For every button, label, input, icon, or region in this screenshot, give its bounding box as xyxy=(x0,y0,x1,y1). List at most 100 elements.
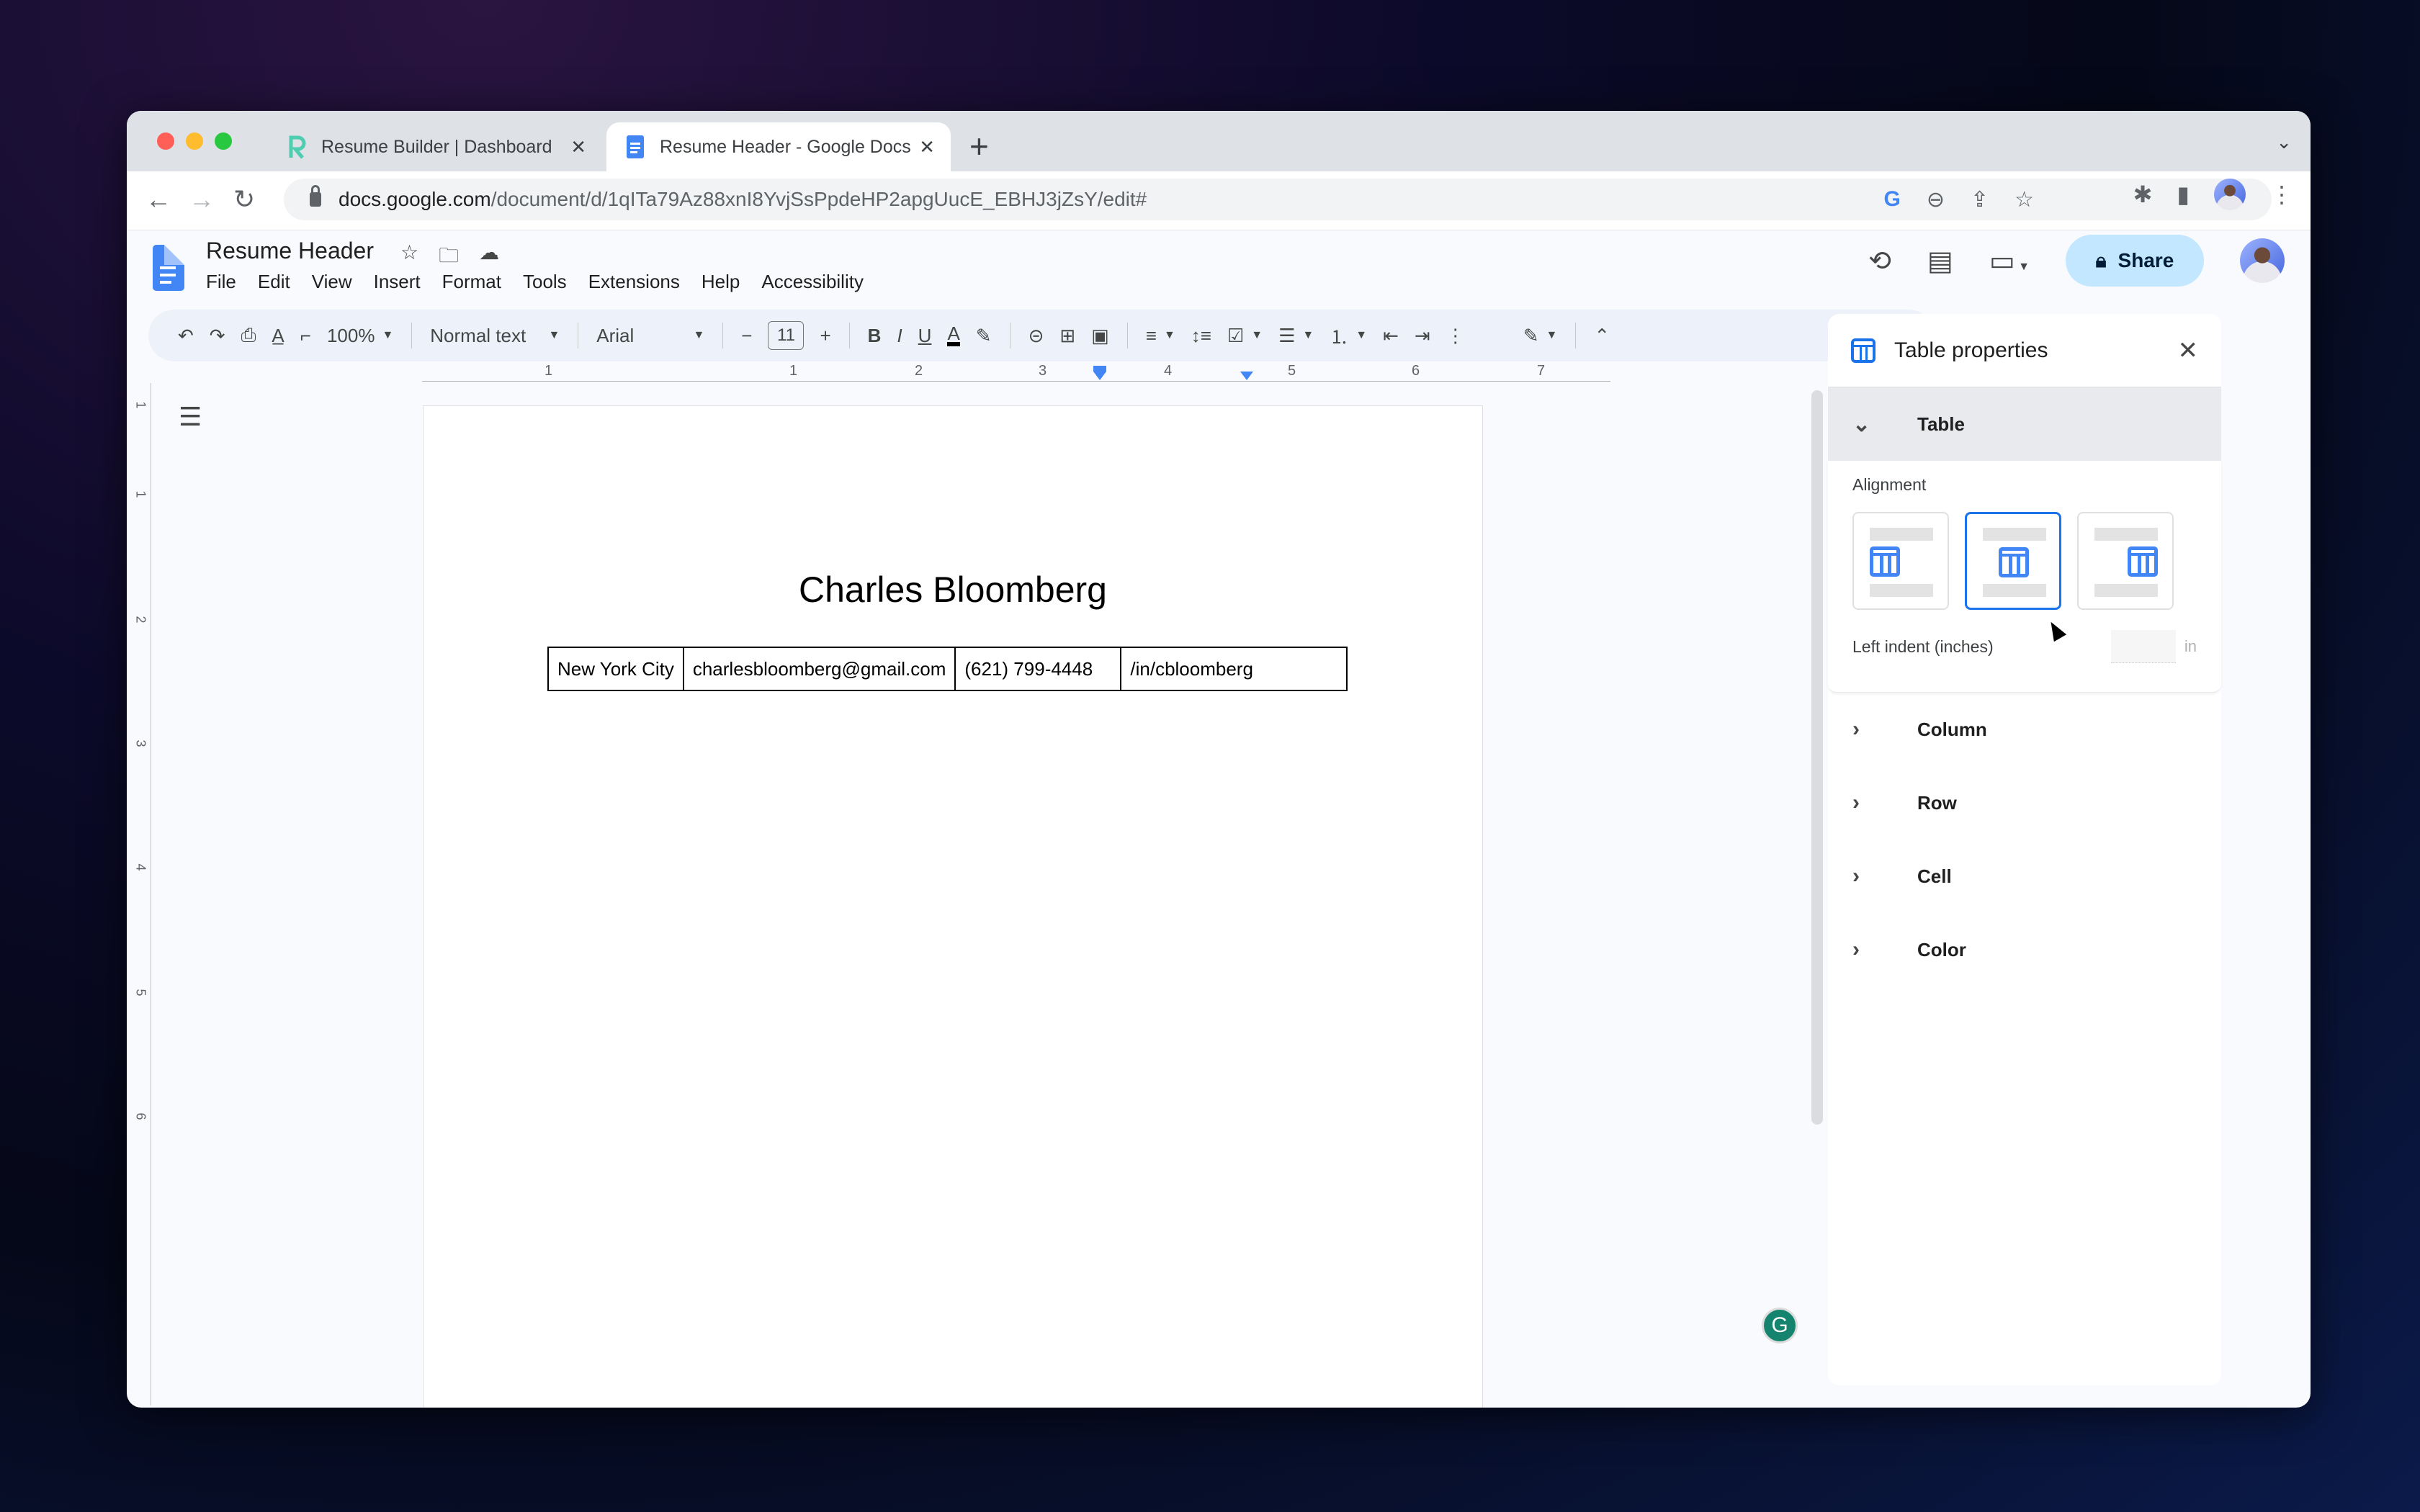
zoom-out-icon[interactable]: ⊖ xyxy=(1927,187,1945,212)
bold-icon[interactable]: B xyxy=(868,325,882,347)
right-indent-marker[interactable] xyxy=(1240,372,1253,380)
editing-mode-icon[interactable]: ✎ ▼ xyxy=(1523,325,1558,347)
decrease-font-size-icon[interactable]: − xyxy=(741,325,752,347)
menu-file[interactable]: File xyxy=(206,271,236,293)
menu-tools[interactable]: Tools xyxy=(523,271,567,293)
align-right-option[interactable] xyxy=(2077,512,2174,610)
checklist-icon[interactable]: ☑ ▼ xyxy=(1227,325,1263,347)
table-cell-location[interactable]: New York City xyxy=(547,647,684,691)
horizontal-ruler[interactable]: 1 1 2 3 4 5 6 7 xyxy=(422,363,1610,382)
new-tab-button[interactable]: + xyxy=(969,127,989,166)
more-options-icon[interactable]: ⋮ xyxy=(1446,325,1465,347)
back-arrow-icon[interactable]: ← xyxy=(145,184,171,215)
first-line-indent-marker[interactable] xyxy=(1093,366,1106,372)
tab-search-chevron-icon[interactable]: ⌄ xyxy=(2276,131,2292,153)
print-icon[interactable]: ⎙ xyxy=(241,324,256,347)
close-panel-icon[interactable]: ✕ xyxy=(2178,336,2199,365)
tab-google-docs[interactable]: Resume Header - Google Docs ✕ xyxy=(606,122,951,171)
extensions-puzzle-icon[interactable]: ✱ xyxy=(2133,181,2153,208)
document-title[interactable]: Resume Header xyxy=(206,238,374,264)
maximize-window-button[interactable] xyxy=(215,132,232,150)
lock-icon: 🔒︎ xyxy=(2095,248,2107,271)
ruler-label: 5 xyxy=(133,989,148,996)
spellcheck-icon[interactable]: A̲ xyxy=(272,325,284,347)
align-center-option[interactable] xyxy=(1965,512,2061,610)
font-size-input[interactable]: 11 xyxy=(768,321,805,350)
insert-image-icon[interactable]: ▣ xyxy=(1091,325,1109,347)
grammarly-icon[interactable]: G xyxy=(1762,1308,1798,1344)
table-cell-email[interactable]: charlesbloomberg@gmail.com xyxy=(682,647,956,691)
version-history-icon[interactable]: ⟲ xyxy=(1868,245,1891,277)
toolbar-divider xyxy=(1575,323,1577,348)
browser-menu-icon[interactable]: ⋮ xyxy=(2270,181,2293,208)
menu-bar: File Edit View Insert Format Tools Exten… xyxy=(206,271,864,293)
tab-resume-builder[interactable]: Resume Builder | Dashboard ✕ xyxy=(268,122,602,171)
zoom-select[interactable]: 100% ▼ xyxy=(327,325,393,347)
increase-indent-icon[interactable]: ⇥ xyxy=(1415,325,1430,347)
underline-icon[interactable]: U xyxy=(918,325,932,347)
section-color[interactable]: › Color xyxy=(1828,913,2221,986)
google-docs-logo[interactable] xyxy=(153,245,184,291)
side-panel-icon[interactable]: ▮ xyxy=(2177,181,2190,208)
comments-icon[interactable]: ▤ xyxy=(1927,245,1953,277)
document-page[interactable]: Charles Bloomberg New York City charlesb… xyxy=(424,406,1482,1408)
table-cell-phone[interactable]: (621) 799-4448 xyxy=(954,647,1122,691)
insert-link-icon[interactable]: ⊝ xyxy=(1028,325,1044,347)
redo-icon[interactable]: ↷ xyxy=(210,325,225,347)
address-bar[interactable]: docs.google.com/document/d/1qITa79Az88xn… xyxy=(284,179,2272,220)
menu-format[interactable]: Format xyxy=(442,271,501,293)
section-cell[interactable]: › Cell xyxy=(1828,840,2221,913)
left-indent-marker[interactable] xyxy=(1093,372,1106,380)
section-column[interactable]: › Column xyxy=(1828,693,2221,766)
decrease-indent-icon[interactable]: ⇤ xyxy=(1383,325,1399,347)
share-page-icon[interactable]: ⇪ xyxy=(1971,187,1989,212)
paint-format-icon[interactable]: ⌐ xyxy=(300,325,311,347)
menu-help[interactable]: Help xyxy=(702,271,740,293)
bookmark-star-icon[interactable]: ☆ xyxy=(2015,187,2034,212)
paragraph-style-select[interactable]: Normal text ▼ xyxy=(430,325,560,347)
undo-icon[interactable]: ↶ xyxy=(178,325,194,347)
resume-name-heading[interactable]: Charles Bloomberg xyxy=(424,569,1482,611)
hide-menus-chevron-icon[interactable]: ⌃ xyxy=(1594,325,1610,347)
close-tab-icon[interactable]: ✕ xyxy=(919,136,935,158)
meet-video-icon[interactable]: ▭ ▼ xyxy=(1989,245,2030,277)
google-lens-icon[interactable]: G xyxy=(1883,187,1900,212)
profile-avatar[interactable] xyxy=(2214,179,2246,210)
vertical-ruler[interactable]: 1 1 2 3 4 5 6 xyxy=(134,383,151,1405)
section-table[interactable]: ⌄ Table xyxy=(1828,387,2221,461)
move-folder-icon[interactable]: 🗀 xyxy=(439,240,459,275)
italic-icon[interactable]: I xyxy=(897,325,902,347)
document-scrollbar[interactable] xyxy=(1811,390,1823,1125)
close-window-button[interactable] xyxy=(157,132,174,150)
document-outline-icon[interactable]: ☰ xyxy=(179,402,202,432)
line-spacing-icon[interactable]: ↕≡ xyxy=(1191,325,1211,347)
section-row[interactable]: › Row xyxy=(1828,766,2221,840)
menu-accessibility[interactable]: Accessibility xyxy=(761,271,864,293)
section-label: Table xyxy=(1917,413,1965,435)
align-icon[interactable]: ≡ ▼ xyxy=(1146,325,1175,347)
text-line-shape xyxy=(1983,584,2046,597)
star-icon[interactable]: ☆ xyxy=(400,240,418,275)
bulleted-list-icon[interactable]: ☰ ▼ xyxy=(1278,325,1314,347)
minimize-window-button[interactable] xyxy=(186,132,203,150)
add-comment-icon[interactable]: ⊞ xyxy=(1059,325,1075,347)
menu-edit[interactable]: Edit xyxy=(258,271,290,293)
text-color-icon[interactable]: A xyxy=(947,324,960,346)
highlight-color-icon[interactable]: ✎ xyxy=(976,325,992,347)
forward-arrow-icon[interactable]: → xyxy=(189,184,215,215)
increase-font-size-icon[interactable]: + xyxy=(820,325,830,347)
font-select[interactable]: Arial ▼ xyxy=(596,325,704,347)
left-indent-input[interactable] xyxy=(2110,630,2176,663)
menu-extensions[interactable]: Extensions xyxy=(588,271,680,293)
cloud-saved-icon[interactable]: ☁ xyxy=(479,240,499,275)
account-avatar[interactable] xyxy=(2240,238,2285,283)
menu-view[interactable]: View xyxy=(312,271,352,293)
close-tab-icon[interactable]: ✕ xyxy=(570,136,586,158)
align-left-option[interactable] xyxy=(1852,512,1949,610)
numbered-list-icon[interactable]: ⒈ ▼ xyxy=(1330,323,1367,349)
share-button[interactable]: 🔒︎ Share xyxy=(2066,235,2204,287)
contact-table[interactable]: New York City charlesbloomberg@gmail.com… xyxy=(547,647,1348,691)
table-cell-linkedin[interactable]: /in/cbloomberg xyxy=(1120,647,1348,691)
reload-icon[interactable]: ↻ xyxy=(233,184,255,215)
menu-insert[interactable]: Insert xyxy=(374,271,421,293)
